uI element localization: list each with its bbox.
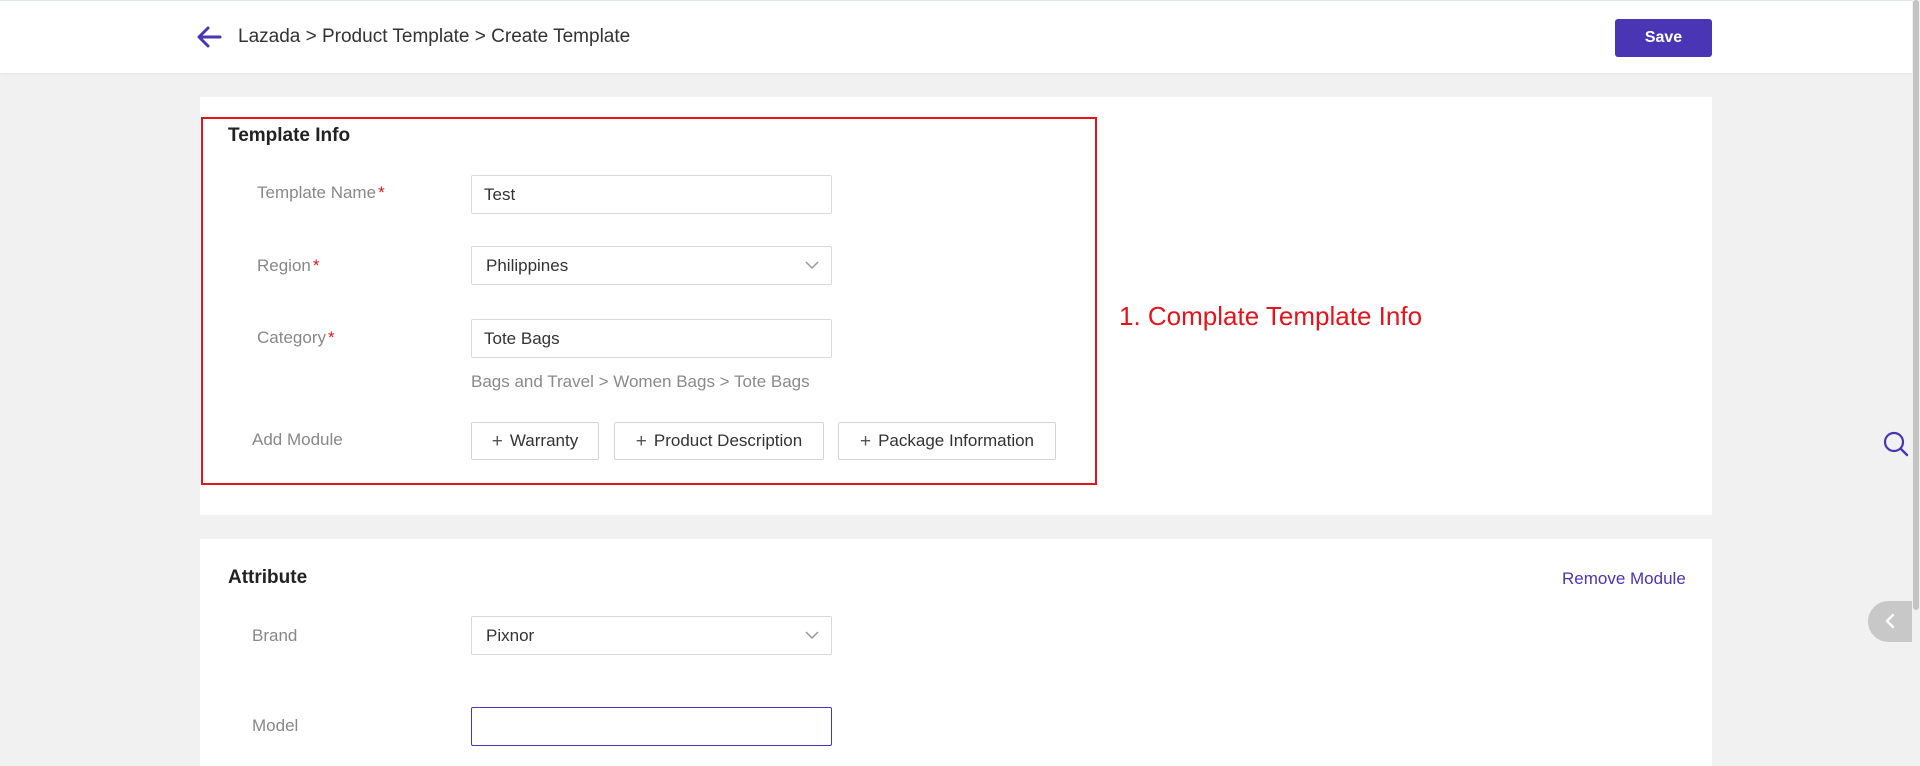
brand-select[interactable]: Pixnor <box>471 616 832 655</box>
model-label: Model <box>252 716 299 735</box>
remove-module-link[interactable]: Remove Module <box>1562 569 1686 589</box>
chevron-left-icon <box>1885 613 1895 629</box>
model-input[interactable] <box>471 707 832 746</box>
breadcrumb: Lazada > Product Template > Create Templ… <box>238 26 631 47</box>
scrollbar-thumb[interactable] <box>1913 0 1919 610</box>
search-icon[interactable] <box>1883 431 1909 457</box>
top-header: Lazada > Product Template > Create Templ… <box>0 0 1920 73</box>
attribute-title: Attribute <box>228 567 308 588</box>
attribute-card <box>200 539 1712 766</box>
annotation-text: 1. Complate Template Info <box>1119 301 1423 331</box>
brand-select-value: Pixnor <box>486 626 535 645</box>
brand-label: Brand <box>252 626 298 645</box>
save-button[interactable]: Save <box>1615 19 1712 57</box>
annotation-highlight-box <box>201 117 1097 485</box>
chevron-down-icon <box>805 631 819 640</box>
arrow-left-icon[interactable] <box>196 25 222 49</box>
